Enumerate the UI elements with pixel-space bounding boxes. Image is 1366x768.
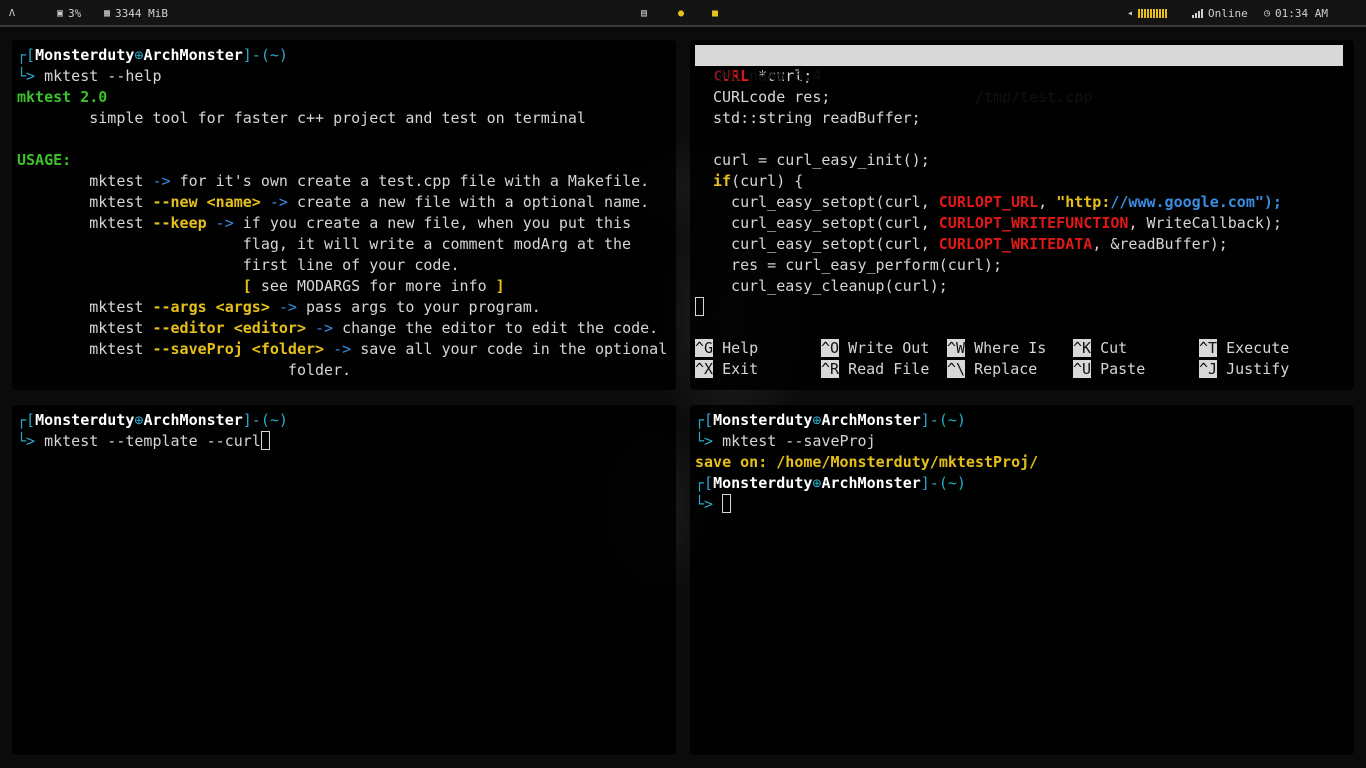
top-bar: Λ ▣ 3% ▦ 3344 MiB ▤ ● ■ ◂ Online ◷ 01:34… — [0, 0, 1366, 27]
nano-filename: /tmp/test.cpp — [975, 88, 1093, 106]
volume-widget[interactable]: ◂ — [1127, 0, 1168, 27]
text-cursor — [695, 297, 704, 316]
folder-icon: ■ — [712, 8, 719, 19]
clock-label: 01:34 AM — [1275, 7, 1329, 20]
browser-launcher[interactable]: ● — [678, 0, 684, 27]
shortcut-read-file[interactable]: ^R Read File — [821, 359, 929, 380]
shortcut-exit[interactable]: ^X Exit — [695, 359, 758, 380]
code-line: curl_easy_setopt(curl, CURLOPT_WRITEFUNC… — [713, 214, 1282, 232]
volume-level-bar — [1138, 9, 1168, 18]
version-line: mktest 2.0 — [17, 88, 108, 106]
memory-icon: ▦ — [104, 8, 111, 19]
description-line: simple tool for faster c++ project and t… — [17, 109, 586, 127]
code-line: curl_easy_setopt(curl, CURLOPT_WRITEDATA… — [713, 235, 1228, 253]
nano-shortcuts: ^G Help ^O Write Out ^W Where Is ^K Cut … — [695, 338, 1345, 382]
shortcut-justify[interactable]: ^J Justify — [1199, 359, 1289, 380]
shortcut-cut[interactable]: ^K Cut — [1073, 338, 1127, 359]
prompt-line: ┌[Monsterduty⊕ArchMonster]-(~) — [17, 46, 288, 64]
terminal-pane-save[interactable]: ┌[Monsterduty⊕ArchMonster]-(~) └> mktest… — [690, 405, 1354, 755]
code-line: curl_easy_setopt(curl, CURLOPT_URL, "htt… — [713, 193, 1282, 211]
nano-cursor-line — [695, 297, 1354, 318]
code-line: if(curl) { — [713, 172, 804, 190]
shortcut-where-is[interactable]: ^W Where Is — [947, 338, 1046, 359]
shortcut-replace[interactable]: ^\ Replace — [947, 359, 1037, 380]
prompt-line: ┌[Monsterduty⊕ArchMonster]-(~) — [695, 474, 966, 492]
usage-line: mktest --keep -> if you create a new fil… — [17, 214, 632, 232]
usage-line: mktest --saveProj <folder> -> save all y… — [17, 340, 668, 358]
code-line: curl = curl_easy_init(); — [713, 151, 930, 169]
memory-widget: ▦ 3344 MiB — [104, 0, 168, 27]
text-cursor — [722, 494, 732, 513]
signal-icon — [1192, 9, 1203, 18]
prompt-line: ┌[Monsterduty⊕ArchMonster]-(~) — [17, 411, 288, 429]
code-line: curl_easy_cleanup(curl); — [713, 277, 948, 295]
code-line: res = curl_easy_perform(curl); — [713, 256, 1002, 274]
command-input-line[interactable]: └> mktest --template --curl — [17, 431, 676, 452]
network-widget[interactable]: Online — [1192, 0, 1248, 27]
cpu-icon: ▣ — [57, 8, 64, 19]
terminal-icon: ▤ — [641, 8, 648, 19]
prompt-line: ┌[Monsterduty⊕ArchMonster]-(~) — [695, 411, 966, 429]
usage-line: mktest --new <name> -> create a new file… — [17, 193, 650, 211]
clock-widget: ◷ 01:34 AM — [1264, 0, 1328, 27]
nano-title-bar: GNU nano 6.4 /tmp/test.cpp — [695, 45, 1343, 106]
shortcut-paste[interactable]: ^U Paste — [1073, 359, 1145, 380]
terminal-pane-nano[interactable]: GNU nano 6.4 /tmp/test.cpp CURL *curl; C… — [690, 40, 1354, 390]
usage-line: mktest -> for it's own create a test.cpp… — [17, 172, 650, 190]
text-cursor — [260, 431, 270, 450]
terminal-launcher[interactable]: ▤ — [641, 0, 647, 27]
network-status: Online — [1208, 7, 1248, 20]
usage-heading: USAGE: — [17, 151, 72, 169]
command-line: └> mktest --help — [17, 67, 162, 85]
shortcut-help[interactable]: ^G Help — [695, 338, 758, 359]
usage-line: flag, it will write a comment modArg at … — [17, 235, 632, 253]
memory-label: 3344 MiB — [115, 7, 169, 20]
save-output: save on: /home/Monsterduty/mktestProj/ — [695, 453, 1039, 471]
usage-line: mktest --args <args> -> pass args to you… — [17, 298, 541, 316]
arch-launcher[interactable]: Λ — [9, 0, 15, 27]
usage-line: mktest --editor <editor> -> change the e… — [17, 319, 659, 337]
usage-line: folder. — [17, 361, 352, 379]
command-line: └> mktest --saveProj — [695, 432, 876, 450]
nano-version: GNU nano 6.4 — [713, 67, 822, 85]
files-launcher[interactable]: ■ — [712, 0, 718, 27]
arch-icon: Λ — [9, 8, 16, 19]
browser-icon: ● — [678, 8, 685, 19]
command-input-line[interactable]: └> — [695, 494, 1354, 515]
usage-line: first line of your code. — [17, 256, 460, 274]
usage-line: [ see MODARGS for more info ] — [17, 277, 505, 295]
cpu-widget: ▣ 3% — [57, 0, 81, 27]
terminal-pane-template[interactable]: ┌[Monsterduty⊕ArchMonster]-(~) └> mktest… — [12, 405, 676, 755]
cpu-label: 3% — [68, 7, 82, 20]
code-line: std::string readBuffer; — [713, 109, 921, 127]
shortcut-execute[interactable]: ^T Execute — [1199, 338, 1289, 359]
clock-icon: ◷ — [1264, 8, 1271, 19]
terminal-pane-help[interactable]: ┌[Monsterduty⊕ArchMonster]-(~) └> mktest… — [12, 40, 676, 390]
shortcut-write-out[interactable]: ^O Write Out — [821, 338, 929, 359]
speaker-icon: ◂ — [1127, 8, 1134, 19]
